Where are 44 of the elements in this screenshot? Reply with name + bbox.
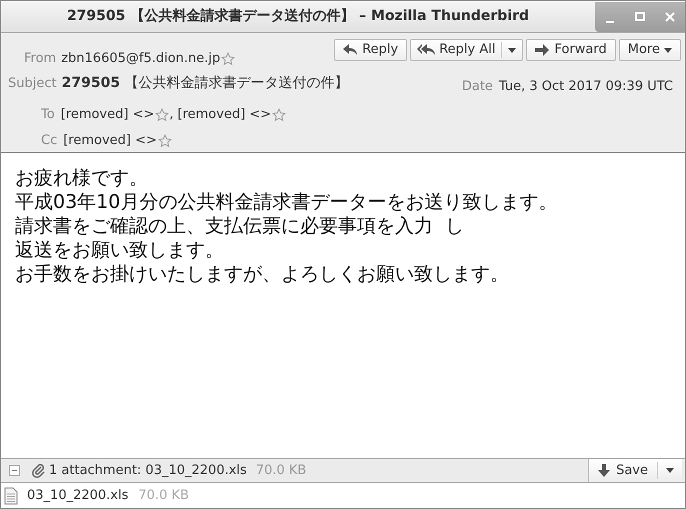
caret-icon — [508, 48, 516, 52]
recipient[interactable]: [removed] <> — [60, 105, 154, 124]
date-text: Tue, 3 Oct 2017 09:39 UTC — [498, 78, 673, 96]
forward-button[interactable]: Forward — [526, 39, 616, 61]
right-arrow-icon — [535, 44, 550, 56]
subject-label: Subject — [8, 74, 57, 93]
double-reply-arrow-icon — [417, 44, 436, 56]
caret-icon — [666, 468, 674, 473]
document-icon — [4, 486, 18, 504]
reply-all-button[interactable]: Reply All — [410, 39, 524, 61]
from-label: From — [24, 50, 56, 68]
attachment-size: 70.0 KB — [256, 462, 306, 480]
separator-comma: , — [169, 106, 174, 124]
message-line: お疲れ様です。 — [15, 166, 148, 190]
cc-label: Cc — [41, 132, 58, 150]
date-label: Date — [462, 78, 493, 96]
reply-all-label: Reply All — [439, 41, 496, 60]
star-icon[interactable] — [158, 134, 172, 148]
message-line: お手数をお掛けいたしますが、よろしくお願い致します。 — [15, 262, 509, 286]
paperclip-icon — [32, 464, 46, 478]
window-title: 279505 【公共料金請求書データ送付の件】 – Mozilla Thunderbird — [66, 7, 530, 26]
to-label: To — [41, 106, 55, 124]
subject-text: 279505 【公共料金請求書データ送付の件】 — [62, 74, 349, 93]
star-icon[interactable] — [221, 52, 236, 66]
more-button[interactable]: More — [618, 39, 681, 61]
close-icon — [665, 12, 675, 22]
message-line: 返送をお願い致します。 — [15, 238, 224, 262]
star-icon[interactable] — [155, 108, 170, 122]
down-arrow-icon — [598, 464, 610, 477]
reply-button[interactable]: Reply — [334, 39, 408, 61]
attachment-size: 70.0 KB — [138, 486, 189, 505]
save-button[interactable]: Save — [588, 459, 682, 482]
message-line: 平成03年10月分の公共料金請求書データーをお送り致します。 — [15, 190, 558, 214]
recipient[interactable]: [removed] <> — [63, 131, 157, 150]
attachment-summary: 1 attachment: 03_10_2200.xls — [49, 462, 247, 480]
attachment-name: 03_10_2200.xls — [27, 486, 128, 505]
sender-address[interactable]: zbn16605@f5.dion.ne.jp — [61, 49, 220, 68]
collapse-toggle[interactable] — [9, 465, 20, 476]
reply-arrow-icon — [343, 44, 358, 56]
caret-icon — [664, 48, 672, 52]
recipient[interactable]: [removed] <> — [178, 105, 272, 124]
save-label: Save — [616, 462, 648, 480]
message-line: 請求書をご確認の上、支払伝票に必要事項を入力 し — [15, 214, 464, 238]
star-icon[interactable] — [272, 108, 286, 122]
